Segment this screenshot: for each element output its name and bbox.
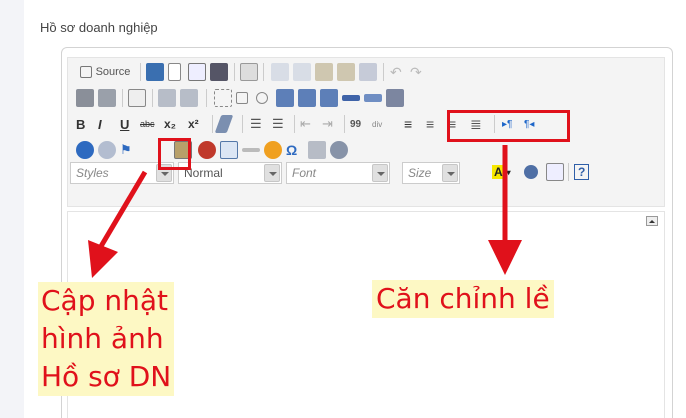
image-update-line-3: Hồ sơ DN <box>41 360 172 393</box>
image-update-line-2: hình ảnh <box>41 322 164 355</box>
arrow-to-align-head <box>488 240 522 275</box>
alignment-label: Căn chỉnh lề <box>372 280 554 318</box>
image-update-label: Cập nhật hình ảnh Hồ sơ DN <box>38 282 175 396</box>
image-update-line-1: Cập nhật <box>41 284 169 317</box>
arrow-to-image-line <box>97 170 148 250</box>
page-root: Hồ sơ doanh nghiệp Source ↶ ↷ B I U abc … <box>0 0 686 418</box>
